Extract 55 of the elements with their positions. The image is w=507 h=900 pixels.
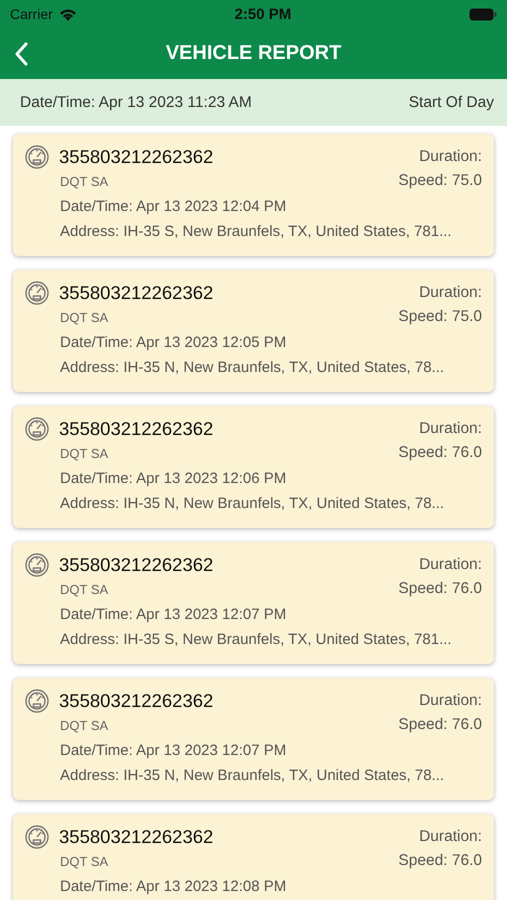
- speed-label: Speed: 76.0: [398, 716, 482, 734]
- speed-label: Speed: 75.0: [398, 172, 482, 190]
- company-name: DQT SA: [60, 310, 108, 324]
- report-card[interactable]: 355803212262362 Duration: DQT SA Speed: 76.0 Date/Time: Apr 13 2023 12:07 PM Address: IH-35 S, New Braunfels, TX, United States, 781...: [13, 542, 494, 664]
- report-card[interactable]: 355803212262362 Duration: DQT SA Speed: 76.0 Date/Time: Apr 13 2023 12:08 PM: [13, 814, 494, 900]
- report-card[interactable]: 355803212262362 Duration: DQT SA Speed: 76.0 Date/Time: Apr 13 2023 12:07 PM Address: IH-35 N, New Braunfels, TX, United States, 78...: [13, 678, 494, 800]
- company-name: DQT SA: [60, 174, 108, 188]
- speedometer-icon: [25, 825, 49, 849]
- company-name: DQT SA: [60, 582, 108, 596]
- chevron-left-icon: [14, 42, 28, 66]
- speedometer-icon: [25, 417, 49, 441]
- speedometer-icon: [25, 689, 49, 713]
- duration-label: Duration:: [419, 828, 482, 846]
- report-card[interactable]: 355803212262362 Duration: DQT SA Speed: 75.0 Date/Time: Apr 13 2023 12:04 PM Address: IH-35 S, New Braunfels, TX, United States, 781...: [13, 134, 494, 256]
- speedometer-icon: [25, 553, 49, 577]
- speed-label: Speed: 76.0: [398, 444, 482, 462]
- device-id: 355803212262362: [59, 282, 214, 304]
- duration-label: Duration:: [419, 284, 482, 302]
- report-datetime: Date/Time: Apr 13 2023 12:07 PM: [60, 742, 288, 759]
- speedometer-icon: [25, 281, 49, 305]
- speed-label: Speed: 76.0: [398, 580, 482, 598]
- report-datetime: Date/Time: Apr 13 2023 12:08 PM: [60, 878, 288, 895]
- report-address: Address: IH-35 S, New Braunfels, TX, United States, 781...: [60, 223, 453, 240]
- company-name: DQT SA: [60, 718, 108, 732]
- report-card[interactable]: 355803212262362 Duration: DQT SA Speed: 75.0 Date/Time: Apr 13 2023 12:05 PM Address: IH-35 N, New Braunfels, TX, United States, 78...: [13, 270, 494, 392]
- duration-label: Duration:: [419, 148, 482, 166]
- device-id: 355803212262362: [59, 826, 214, 848]
- speed-label: Speed: 76.0: [398, 852, 482, 870]
- report-datetime: Date/Time: Apr 13 2023 12:04 PM: [60, 198, 288, 215]
- carrier-label: Carrier: [10, 6, 53, 22]
- device-id: 355803212262362: [59, 146, 214, 168]
- device-id: 355803212262362: [59, 554, 214, 576]
- device-id: 355803212262362: [59, 418, 214, 440]
- device-id: 355803212262362: [59, 690, 214, 712]
- report-address: Address: IH-35 S, New Braunfels, TX, United States, 781...: [60, 631, 453, 648]
- wifi-icon: [58, 8, 77, 20]
- summary-datetime: Date/Time: Apr 13 2023 11:23 AM: [20, 94, 252, 112]
- duration-label: Duration:: [419, 692, 482, 710]
- report-card[interactable]: 355803212262362 Duration: DQT SA Speed: 76.0 Date/Time: Apr 13 2023 12:06 PM Address: IH-35 N, New Braunfels, TX, United States, 78...: [13, 406, 494, 528]
- report-address: Address: IH-35 N, New Braunfels, TX, United States, 78...: [60, 767, 446, 784]
- report-datetime: Date/Time: Apr 13 2023 12:05 PM: [60, 334, 288, 351]
- report-datetime: Date/Time: Apr 13 2023 12:07 PM: [60, 606, 288, 623]
- duration-label: Duration:: [419, 556, 482, 574]
- status-time: 2:50 PM: [234, 6, 292, 22]
- summary-event: Start Of Day: [408, 94, 494, 112]
- company-name: DQT SA: [60, 446, 108, 460]
- battery-icon: [468, 8, 497, 20]
- company-name: DQT SA: [60, 854, 108, 868]
- duration-label: Duration:: [419, 420, 482, 438]
- report-address: Address: IH-35 N, New Braunfels, TX, United States, 78...: [60, 359, 446, 376]
- report-datetime: Date/Time: Apr 13 2023 12:06 PM: [60, 470, 288, 487]
- report-address: Address: IH-35 N, New Braunfels, TX, United States, 78...: [60, 495, 446, 512]
- screen-title: VEHICLE REPORT: [164, 42, 342, 65]
- speed-label: Speed: 75.0: [398, 308, 482, 326]
- speedometer-icon: [25, 145, 49, 169]
